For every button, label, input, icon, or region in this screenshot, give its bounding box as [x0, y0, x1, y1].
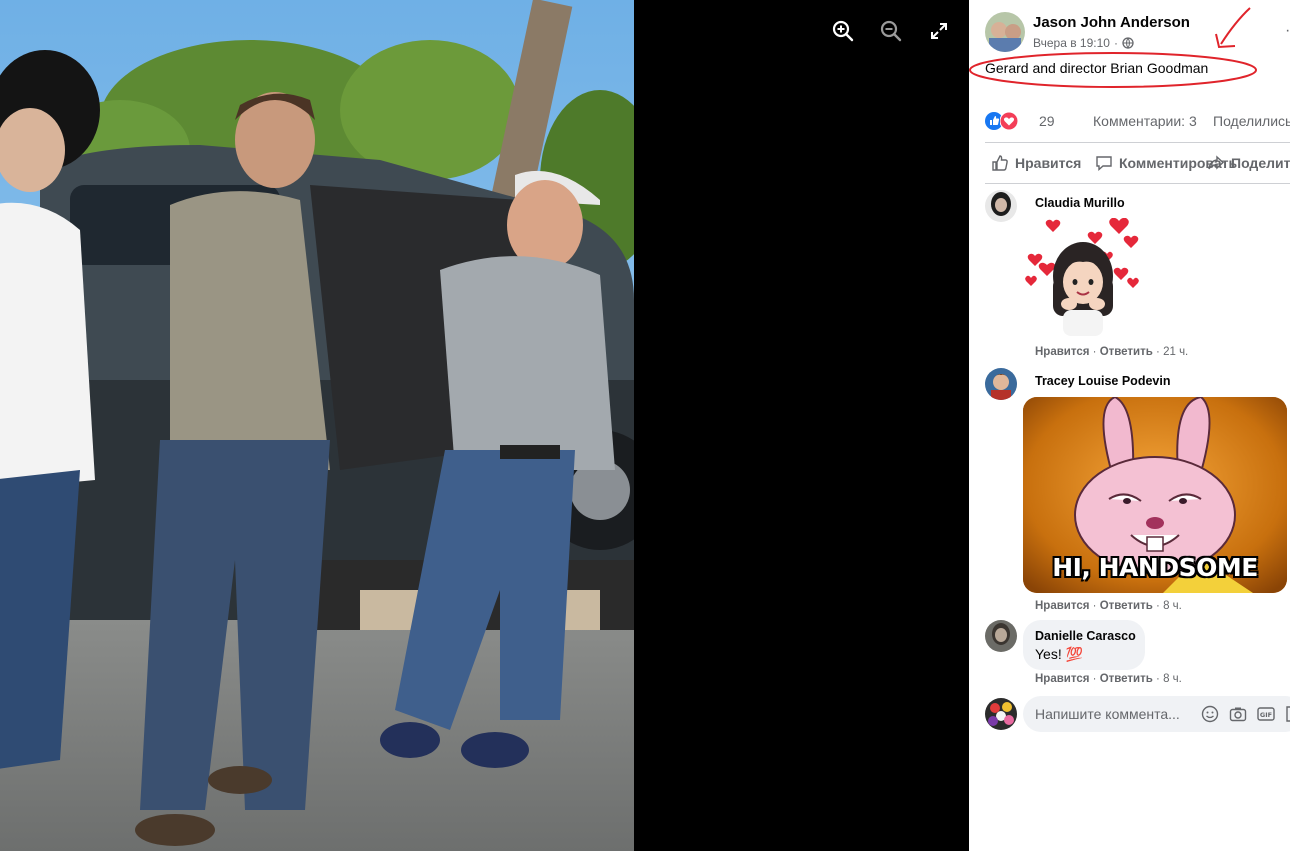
post-meta: Вчера в 19:10 ·: [1033, 36, 1134, 50]
comment-footer: Нравится · Ответить · 8 ч.: [1035, 600, 1182, 612]
comment-like-link[interactable]: Нравится: [1035, 600, 1089, 612]
divider-top: [985, 142, 1290, 143]
zoom-in-button[interactable]: [828, 16, 858, 46]
comment-item: Danielle Carasco Yes! 💯 Нравится · Ответ…: [985, 620, 1290, 692]
commenter-name[interactable]: Claudia Murillo: [1035, 196, 1125, 210]
post-author-avatar-wrap: [985, 12, 1025, 52]
svg-text:GIF: GIF: [1260, 711, 1272, 719]
gif-attachment[interactable]: HI, HANDSOME: [1023, 397, 1287, 593]
fullscreen-button[interactable]: [924, 16, 954, 46]
comment-reply-link[interactable]: Ответить: [1100, 600, 1153, 612]
comment-time[interactable]: 8 ч.: [1163, 600, 1182, 612]
photo-viewer: [0, 0, 969, 851]
comment-time[interactable]: 21 ч.: [1163, 346, 1188, 358]
share-arrow-icon: [1208, 155, 1225, 170]
commenter-name[interactable]: Danielle Carasco: [1035, 629, 1136, 643]
gif-icon[interactable]: GIF: [1257, 705, 1275, 723]
post-caption: Gerard and director Brian Goodman: [985, 60, 1209, 76]
comment-composer: Напишите коммента... GIF: [985, 696, 1290, 732]
post-actions-bar: Нравится Комментировать Поделиться: [985, 146, 1290, 180]
comment-input[interactable]: Напишите коммента... GIF: [1023, 696, 1290, 732]
comment-bubble-icon: [1096, 156, 1112, 172]
avatar-with-hearts-sticker[interactable]: [1023, 218, 1143, 343]
comment-footer: Нравится · Ответить · 21 ч.: [1035, 346, 1189, 358]
composer-icons: GIF: [1201, 705, 1290, 723]
expand-arrows-icon: [931, 23, 947, 39]
comment-item: Claudia Murillo Нравится · Ответить · 21…: [985, 190, 1290, 362]
divider-bottom: [985, 183, 1290, 184]
post-photo[interactable]: [0, 0, 634, 851]
comment-footer: Нравится · Ответить · 8 ч.: [1035, 673, 1182, 685]
comment-input-placeholder: Напишите коммента...: [1035, 706, 1180, 722]
comment-text: Yes! 💯: [1035, 646, 1084, 662]
sticker-icon[interactable]: [1285, 705, 1290, 723]
shares-count[interactable]: Поделились: [1213, 113, 1290, 129]
gif-caption: HI, HANDSOME: [1052, 553, 1258, 582]
share-button[interactable]: Поделиться: [1207, 146, 1290, 180]
like-button[interactable]: Нравится: [991, 146, 1081, 180]
comment-reply-link[interactable]: Ответить: [1100, 673, 1153, 685]
reaction-count[interactable]: 29: [1039, 113, 1055, 129]
camera-icon[interactable]: [1229, 705, 1247, 723]
author-avatar[interactable]: [985, 12, 1025, 52]
emoji-icon[interactable]: [1201, 705, 1219, 723]
comment-time[interactable]: 8 ч.: [1163, 673, 1182, 685]
commenter-avatar[interactable]: [985, 620, 1017, 652]
love-reaction-icon: [1000, 112, 1018, 130]
zoom-out-button[interactable]: [876, 16, 906, 46]
post-timestamp[interactable]: Вчера в 19:10: [1033, 36, 1110, 50]
comment-bubble: Danielle Carasco Yes! 💯: [1023, 620, 1145, 670]
comment-reply-link[interactable]: Ответить: [1100, 346, 1153, 358]
commenter-name[interactable]: Tracey Louise Podevin: [1035, 374, 1170, 388]
comments-count[interactable]: Комментарии: 3: [1093, 113, 1197, 129]
reaction-icons[interactable]: [985, 112, 1018, 130]
commenter-avatar[interactable]: [985, 190, 1017, 222]
globe-icon: [1122, 37, 1134, 49]
like-button-label: Нравится: [1015, 155, 1082, 171]
magnifier-minus-icon: [880, 20, 902, 42]
ellipsis-icon[interactable]: ·: [1285, 22, 1290, 40]
photo-scene: [0, 0, 634, 851]
current-user-avatar[interactable]: [985, 698, 1017, 730]
thumbs-up-icon: [992, 155, 1008, 171]
post-side-panel: Jason John Anderson Вчера в 19:10 · · Ge…: [969, 0, 1290, 851]
comment-item: Tracey Louise Podevin HI, HANDSOME Нрави…: [985, 368, 1290, 616]
author-name[interactable]: Jason John Anderson: [1033, 14, 1190, 31]
share-button-label: Поделиться: [1231, 155, 1290, 171]
magnifier-plus-icon: [832, 20, 854, 42]
meta-dot: ·: [1113, 36, 1118, 50]
commenter-avatar[interactable]: [985, 368, 1017, 400]
reactions-summary: 29 Комментарии: 3 Поделились: [985, 110, 1290, 134]
comment-like-link[interactable]: Нравится: [1035, 346, 1089, 358]
comment-like-link[interactable]: Нравится: [1035, 673, 1089, 685]
